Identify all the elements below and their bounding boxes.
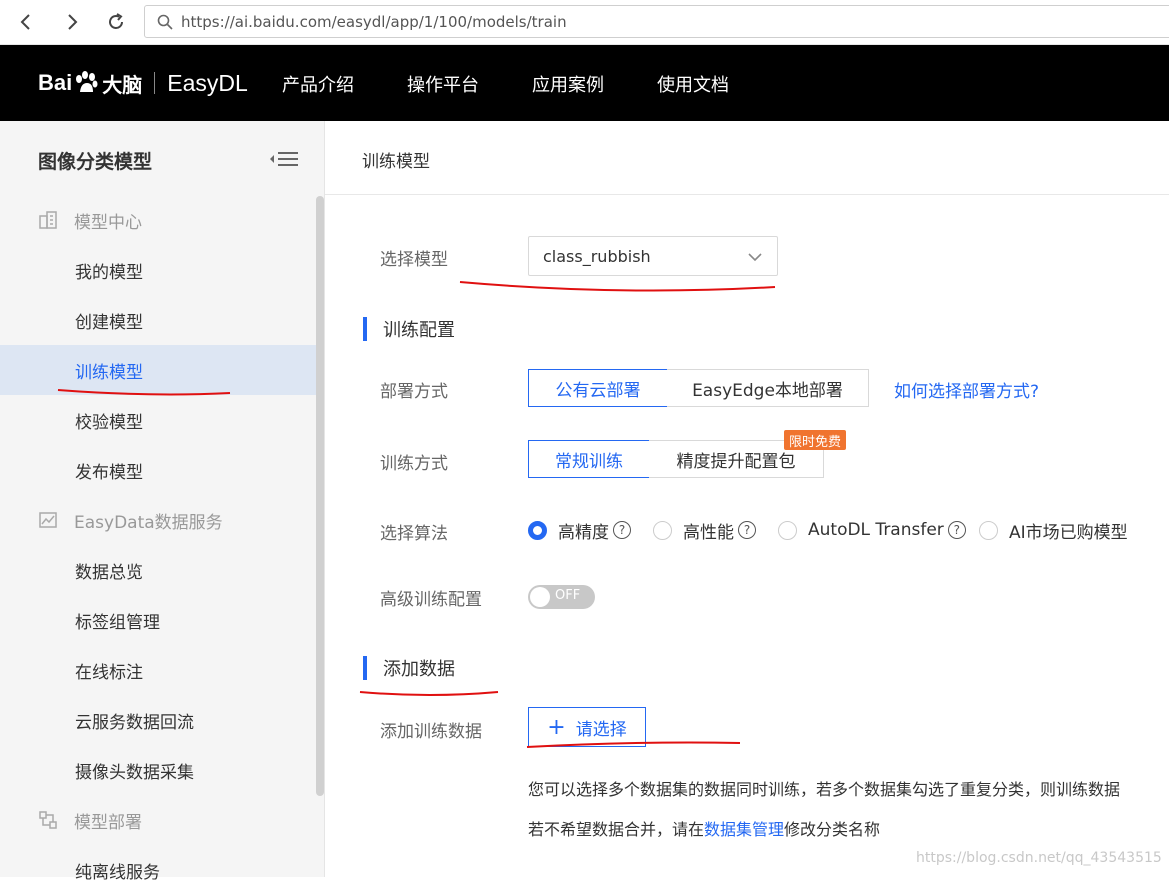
nav-cases[interactable]: 应用案例	[532, 71, 604, 97]
radio-label: 高性能	[683, 522, 734, 543]
algo-high-precision[interactable]: 高精度 ?	[528, 520, 631, 543]
button-label: 请选择	[575, 719, 627, 740]
section-title: 添加数据	[383, 659, 455, 680]
group-label: EasyData数据服务	[74, 512, 223, 533]
model-select-value: class_rubbish	[543, 246, 651, 266]
advanced-config-label: 高级训练配置	[380, 590, 482, 610]
sidebar-item-camera-collect[interactable]: 摄像头数据采集	[0, 745, 316, 795]
sidebar-title: 图像分类模型	[38, 151, 153, 173]
reload-icon	[109, 13, 123, 29]
product-name: EasyDL	[167, 69, 248, 96]
desc-text: 若不希望数据合并，请在	[528, 820, 705, 839]
back-arrow-icon	[20, 14, 30, 30]
page-header: 训练模型	[325, 121, 1169, 195]
browser-toolbar: https://ai.baidu.com/easydl/app/1/100/mo…	[0, 0, 1169, 45]
sidebar-item-online-labeling[interactable]: 在线标注	[0, 645, 316, 695]
chart-icon	[39, 512, 57, 528]
page-title: 训练模型	[362, 152, 430, 172]
help-icon[interactable]: ?	[738, 521, 756, 539]
section-add-data: 添加数据	[363, 656, 455, 680]
radio-label: AutoDL Transfer	[808, 520, 944, 540]
toggle-text: OFF	[555, 588, 581, 603]
sidebar-group-deploy: 模型部署	[38, 805, 142, 835]
reload-button[interactable]	[102, 8, 130, 36]
deploy-help-link[interactable]: 如何选择部署方式?	[894, 377, 1039, 402]
radio-unchecked	[979, 520, 998, 540]
back-button[interactable]	[12, 8, 40, 36]
algo-ai-market[interactable]: AI市场已购模型	[979, 520, 1128, 543]
address-bar[interactable]: https://ai.baidu.com/easydl/app/1/100/mo…	[144, 5, 1169, 38]
sidebar-group-model-center: 模型中心	[38, 205, 142, 235]
advanced-config-toggle[interactable]: OFF	[528, 585, 595, 609]
radio-checked	[528, 520, 547, 540]
algo-high-performance[interactable]: 高性能 ?	[653, 520, 756, 543]
add-data-label: 添加训练数据	[380, 722, 482, 742]
sidebar-item-label-groups[interactable]: 标签组管理	[0, 595, 316, 645]
nav-product-intro[interactable]: 产品介绍	[282, 71, 354, 97]
help-icon[interactable]: ?	[613, 521, 631, 539]
nav-platform[interactable]: 操作平台	[407, 71, 479, 97]
group-label: 模型部署	[74, 812, 142, 833]
forward-arrow-icon	[68, 14, 78, 30]
free-badge: 限时免费	[784, 430, 847, 450]
select-data-button[interactable]: + 请选择	[528, 707, 646, 747]
section-marker	[363, 317, 367, 341]
collapse-menu-icon[interactable]	[268, 149, 300, 169]
dataset-manage-link[interactable]: 数据集管理	[704, 820, 784, 839]
logo-text-bai: Bai	[38, 70, 73, 95]
sidebar-item-validate-model[interactable]: 校验模型	[0, 395, 316, 445]
radio-unchecked	[653, 520, 672, 540]
section-title: 训练配置	[383, 320, 455, 341]
url-text: https://ai.baidu.com/easydl/app/1/100/mo…	[181, 12, 567, 31]
search-icon	[157, 14, 173, 30]
help-icon[interactable]: ?	[947, 521, 966, 539]
algo-autodl-transfer[interactable]: AutoDL Transfer ?	[778, 520, 966, 540]
section-train-config: 训练配置	[363, 317, 455, 341]
annotation-underline-section	[359, 691, 499, 696]
deploy-public-cloud[interactable]: 公有云部署	[528, 369, 668, 407]
watermark: https://blog.csdn.net/qq_43543515	[916, 850, 1162, 866]
sidebar-item-create-model[interactable]: 创建模型	[0, 295, 316, 345]
nav-docs[interactable]: 使用文档	[657, 71, 729, 97]
annotation-underline-select	[459, 281, 776, 292]
data-description-1: 您可以选择多个数据集的数据同时训练，若多个数据集勾选了重复分类，则训练数据	[528, 780, 1121, 799]
sidebar-item-publish-model[interactable]: 发布模型	[0, 445, 316, 495]
deploy-label: 部署方式	[380, 382, 448, 402]
deploy-icon	[39, 811, 57, 829]
plus-icon: +	[547, 714, 566, 740]
building-icon	[39, 211, 57, 229]
desc-text: 修改分类名称	[784, 820, 881, 839]
radio-label: AI市场已购模型	[1009, 522, 1128, 543]
select-model-label: 选择模型	[380, 250, 448, 270]
sidebar-item-my-models[interactable]: 我的模型	[0, 245, 316, 295]
sidebar-item-cloud-reflow[interactable]: 云服务数据回流	[0, 695, 316, 745]
sidebar-item-offline-service[interactable]: 纯离线服务	[0, 845, 316, 895]
train-mode-label: 训练方式	[380, 454, 448, 474]
sidebar-scrollbar[interactable]	[316, 196, 324, 796]
top-navigation: Bai 大脑 EasyDL 产品介绍 操作平台 应用案例 使用文档	[0, 45, 1169, 121]
algorithm-label: 选择算法	[380, 524, 448, 544]
sidebar-item-train-model[interactable]: 训练模型	[0, 345, 316, 395]
brand-logo[interactable]: Bai 大脑 EasyDL	[38, 65, 248, 101]
deploy-easyedge[interactable]: EasyEdge本地部署	[667, 369, 869, 407]
section-marker	[363, 656, 367, 680]
paw-icon	[76, 71, 98, 92]
data-description-2: 若不希望数据合并，请在数据集管理修改分类名称	[528, 816, 880, 840]
group-label: 模型中心	[74, 212, 142, 233]
model-select[interactable]: class_rubbish	[528, 236, 778, 276]
toggle-knob	[530, 587, 550, 607]
chevron-down-icon	[748, 253, 762, 262]
train-mode-regular[interactable]: 常规训练	[528, 440, 650, 478]
sidebar: 图像分类模型 模型中心 我的模型 创建模型 训练模型 校验模型 发布模型 Eas…	[0, 121, 325, 883]
logo-divider	[154, 72, 156, 94]
radio-unchecked	[778, 520, 797, 540]
logo-text-danao: 大脑	[102, 72, 143, 97]
forward-button[interactable]	[58, 8, 86, 36]
sidebar-item-data-overview[interactable]: 数据总览	[0, 545, 316, 595]
sidebar-group-easydata: EasyData数据服务	[38, 505, 223, 535]
radio-label: 高精度	[558, 522, 609, 543]
